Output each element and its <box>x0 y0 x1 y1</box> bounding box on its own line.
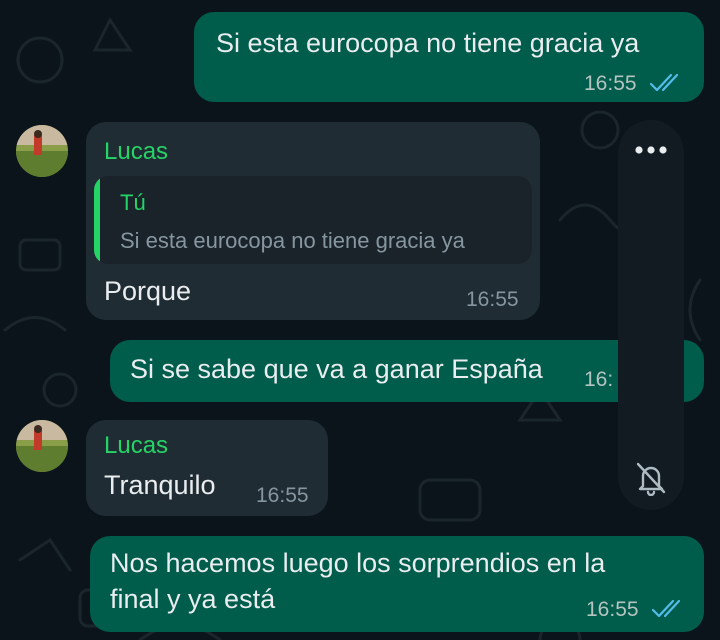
double-check-read-icon <box>649 73 679 92</box>
avatar[interactable] <box>16 125 68 177</box>
message-time: 16:55 <box>586 598 639 621</box>
sender-name[interactable]: Lucas <box>104 138 168 166</box>
message-text: Si se sabe que va a ganar España <box>130 354 543 384</box>
quote-accent-bar <box>94 176 100 264</box>
message-text: Si esta eurocopa no tiene gracia ya <box>216 28 640 58</box>
double-check-read-icon <box>651 599 681 618</box>
message-time: 16:55 <box>466 288 519 311</box>
message-bubble-incoming[interactable]: Lucas Tranquilo 16:55 <box>86 420 328 516</box>
avatar-image <box>16 125 68 177</box>
quoted-text: Si esta eurocopa no tiene gracia ya <box>120 228 465 253</box>
message-time: 16: <box>584 368 614 391</box>
bell-off-icon[interactable] <box>634 460 668 496</box>
message-bubble-incoming[interactable]: Lucas Tú Si esta eurocopa no tiene graci… <box>86 122 540 320</box>
quoted-sender: Tú <box>120 190 146 215</box>
message-bubble-outgoing[interactable]: Si esta eurocopa no tiene gracia ya 16:5… <box>194 12 704 102</box>
message-bubble-outgoing[interactable]: Nos hacemos luego los sorprendios en la … <box>90 536 704 632</box>
message-text: Porque <box>104 276 192 306</box>
more-dots-icon[interactable] <box>631 144 671 156</box>
message-text-line-2: final y ya está <box>110 584 276 614</box>
avatar[interactable] <box>16 420 68 472</box>
message-bubble-outgoing[interactable]: Si se sabe que va a ganar España 16: <box>110 340 704 402</box>
message-time: 16:55 <box>584 72 637 95</box>
floating-side-panel[interactable] <box>618 120 684 510</box>
message-text: Tranquilo <box>104 470 216 500</box>
sender-name[interactable]: Lucas <box>104 432 168 460</box>
message-time: 16:55 <box>256 484 309 507</box>
avatar-image <box>16 420 68 472</box>
quoted-message[interactable]: Tú Si esta eurocopa no tiene gracia ya <box>94 176 532 264</box>
message-text-line-1: Nos hacemos luego los sorprendios en la <box>110 548 606 578</box>
